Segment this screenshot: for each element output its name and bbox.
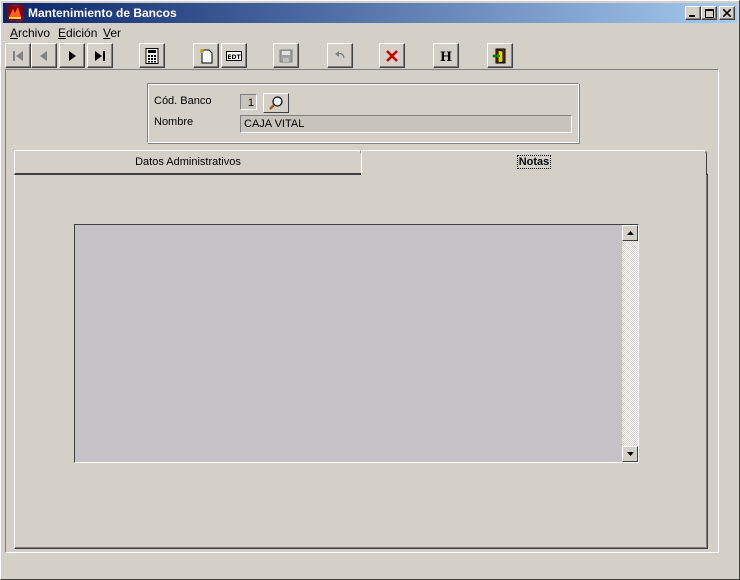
tab-notas-label: Notas bbox=[516, 155, 552, 169]
scroll-down-arrow-icon bbox=[626, 452, 634, 456]
bank-code-label: Cód. Banco bbox=[154, 95, 212, 107]
toolbar: EDT H bbox=[3, 42, 737, 69]
edit-record-button[interactable]: EDT bbox=[221, 43, 247, 68]
new-record-icon bbox=[200, 48, 213, 63]
notes-vertical-scrollbar[interactable] bbox=[622, 225, 638, 462]
next-record-button[interactable] bbox=[59, 43, 85, 68]
minimize-button[interactable] bbox=[685, 6, 701, 20]
history-icon: H bbox=[440, 50, 452, 63]
close-button[interactable] bbox=[719, 6, 735, 20]
calculator-button[interactable] bbox=[139, 43, 165, 68]
bank-name-field[interactable]: CAJA VITAL bbox=[240, 115, 572, 133]
menu-bar: Archivo Edición Ver bbox=[3, 24, 737, 42]
edit-record-icon: EDT bbox=[226, 50, 242, 61]
menu-archivo-mnemonic: A bbox=[10, 26, 19, 40]
tab-datos-administrativos-label: Datos Administrativos bbox=[135, 156, 241, 168]
first-record-icon bbox=[13, 50, 23, 61]
bank-name-label: Nombre bbox=[154, 116, 194, 128]
menu-edicion-mnemonic: E bbox=[58, 26, 67, 40]
save-button[interactable] bbox=[273, 43, 299, 68]
menu-archivo[interactable]: Archivo bbox=[10, 26, 50, 40]
bank-code-field[interactable]: 1 bbox=[240, 94, 257, 110]
save-icon bbox=[279, 49, 293, 62]
last-record-button[interactable] bbox=[87, 43, 113, 68]
history-button[interactable]: H bbox=[433, 43, 459, 68]
last-record-icon bbox=[95, 50, 105, 61]
svg-text:EDT: EDT bbox=[227, 54, 241, 61]
maximize-button[interactable] bbox=[701, 6, 717, 20]
title-bar[interactable]: Mantenimiento de Bancos bbox=[3, 3, 737, 23]
maximize-icon bbox=[704, 8, 714, 18]
delete-button[interactable] bbox=[379, 43, 405, 68]
window-title: Mantenimiento de Bancos bbox=[28, 6, 177, 20]
exit-icon bbox=[492, 48, 506, 64]
main-window: Mantenimiento de Bancos Archivo Edición … bbox=[0, 0, 740, 580]
menu-edicion[interactable]: Edición bbox=[58, 26, 97, 40]
svg-text:H: H bbox=[440, 50, 452, 63]
next-record-icon bbox=[69, 50, 76, 61]
previous-record-button[interactable] bbox=[31, 43, 57, 68]
exit-button[interactable] bbox=[487, 43, 513, 68]
scroll-up-arrow-icon bbox=[626, 231, 634, 235]
undo-icon bbox=[335, 50, 345, 58]
new-record-button[interactable] bbox=[193, 43, 219, 68]
menu-edicion-label: dición bbox=[66, 26, 98, 40]
menu-ver[interactable]: Ver bbox=[103, 26, 121, 40]
scroll-up-button[interactable] bbox=[622, 225, 638, 241]
status-bar bbox=[5, 554, 736, 575]
undo-button[interactable] bbox=[327, 43, 353, 68]
tab-datos-administrativos[interactable]: Datos Administrativos bbox=[14, 150, 362, 175]
app-icon bbox=[7, 5, 23, 21]
menu-ver-label: er bbox=[110, 26, 122, 40]
minimize-icon bbox=[689, 15, 695, 17]
menu-archivo-label: rchivo bbox=[18, 26, 51, 40]
delete-icon bbox=[386, 49, 398, 62]
bank-search-button[interactable] bbox=[263, 93, 289, 113]
calculator-icon bbox=[145, 47, 159, 64]
tab-notas[interactable]: Notas bbox=[361, 150, 707, 175]
close-icon bbox=[723, 9, 731, 17]
notes-textarea[interactable] bbox=[74, 224, 639, 463]
bank-header-group bbox=[147, 83, 579, 143]
first-record-button[interactable] bbox=[5, 43, 31, 68]
scroll-down-button[interactable] bbox=[622, 446, 638, 462]
previous-record-icon bbox=[40, 50, 47, 61]
magnifier-icon bbox=[269, 96, 283, 110]
